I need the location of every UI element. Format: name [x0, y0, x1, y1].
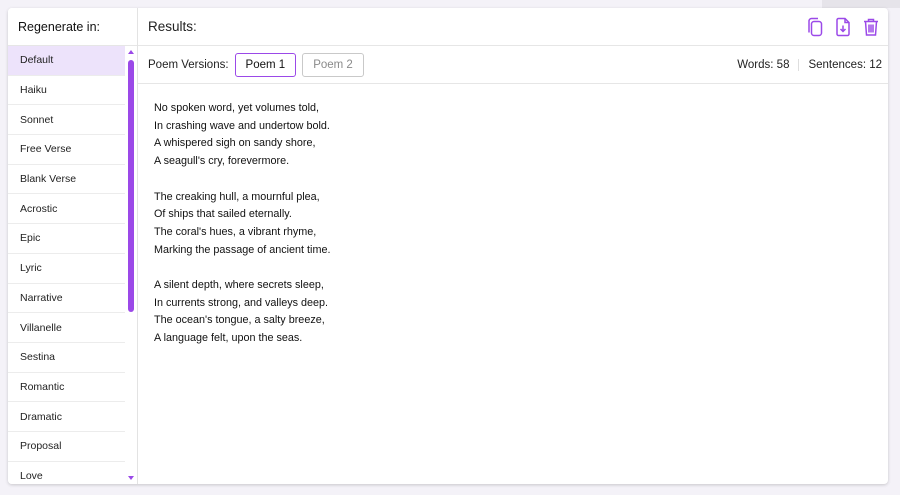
poem-line: A seagull's cry, forevermore.: [154, 155, 290, 168]
poem-line: Of ships that sailed eternally.: [154, 208, 292, 221]
regenerate-sidebar: Regenerate in: Default Haiku Sonnet Free…: [8, 8, 138, 484]
poem-line: A silent depth, where secrets sleep,: [154, 279, 324, 291]
sidebar-item-dramatic[interactable]: Dramatic: [8, 402, 125, 432]
stanza-3: A silent depth, where secrets sleep, In …: [154, 277, 872, 348]
poem-line: A language felt, upon the seas.: [154, 332, 303, 345]
results-panel: Results: Poem Versions: Poem 1 Poem 2 Wo…: [138, 8, 888, 484]
sidebar-item-blank-verse[interactable]: Blank Verse: [8, 165, 125, 195]
sidebar-item-lyric[interactable]: Lyric: [8, 254, 125, 284]
sidebar-title: Regenerate in:: [8, 8, 137, 46]
sidebar-item-sonnet[interactable]: Sonnet: [8, 105, 125, 136]
poem-line: Marking the passage of ancient time.: [154, 243, 331, 256]
sidebar-item-love[interactable]: Love: [8, 462, 125, 484]
tab-poem-1[interactable]: Poem 1: [234, 52, 297, 77]
trash-icon[interactable]: [862, 17, 880, 37]
sidebar-item-proposal[interactable]: Proposal: [8, 432, 125, 462]
word-count: Words: 58: [737, 58, 790, 71]
sidebar-item-acrostic[interactable]: Acrostic: [8, 194, 125, 225]
poem-line: In currents strong, and valleys deep.: [154, 296, 329, 309]
poem-versions: Poem Versions: Poem 1 Poem 2: [148, 52, 370, 77]
sidebar-item-free-verse[interactable]: Free Verse: [8, 135, 125, 165]
sidebar-item-villanelle[interactable]: Villanelle: [8, 313, 125, 343]
sidebar-item-haiku[interactable]: Haiku: [8, 76, 125, 106]
tab-poem-2[interactable]: Poem 2: [302, 52, 364, 77]
sidebar-item-default[interactable]: Default: [8, 46, 125, 76]
scroll-down-arrow-icon[interactable]: [128, 476, 134, 480]
stanza-1: No spoken word, yet volumes told, In cra…: [154, 100, 872, 171]
sidebar-item-narrative[interactable]: Narrative: [8, 284, 125, 314]
app-window: Regenerate in: Default Haiku Sonnet Free…: [8, 8, 888, 484]
stanza-2: The creaking hull, a mournful plea, Of s…: [154, 189, 872, 260]
poem-stats: Words: 58 Sentences: 12: [728, 58, 882, 71]
poem-line: In crashing wave and undertow bold.: [154, 119, 330, 132]
download-icon[interactable]: [834, 17, 852, 37]
background-strip: [822, 0, 900, 8]
results-title: Results:: [148, 19, 197, 34]
versions-label: Poem Versions:: [148, 58, 229, 71]
sidebar-scroll-area: Default Haiku Sonnet Free Verse Blank Ve…: [8, 46, 137, 484]
sidebar-item-epic[interactable]: Epic: [8, 224, 125, 254]
sidebar-item-romantic[interactable]: Romantic: [8, 373, 125, 403]
scrollbar-thumb[interactable]: [128, 60, 134, 312]
scroll-up-arrow-icon[interactable]: [128, 50, 134, 54]
copy-icon[interactable]: [806, 17, 824, 37]
poem-line: A whispered sigh on sandy shore,: [154, 137, 316, 150]
sidebar-item-sestina[interactable]: Sestina: [8, 343, 125, 373]
poem-line: The coral's hues, a vibrant rhyme,: [154, 225, 317, 238]
versions-toolbar: Poem Versions: Poem 1 Poem 2 Words: 58 S…: [138, 46, 888, 84]
poem-text: No spoken word, yet volumes told, In cra…: [138, 84, 888, 484]
results-header: Results:: [138, 8, 888, 46]
result-actions: [806, 17, 880, 37]
sidebar-scrollbar[interactable]: [127, 46, 135, 484]
poem-line: The creaking hull, a mournful plea,: [154, 190, 320, 203]
poem-line: The ocean's tongue, a salty breeze,: [154, 314, 325, 327]
style-list: Default Haiku Sonnet Free Verse Blank Ve…: [8, 46, 137, 484]
poem-line: No spoken word, yet volumes told,: [154, 102, 320, 114]
sentence-count: Sentences: 12: [798, 58, 882, 71]
